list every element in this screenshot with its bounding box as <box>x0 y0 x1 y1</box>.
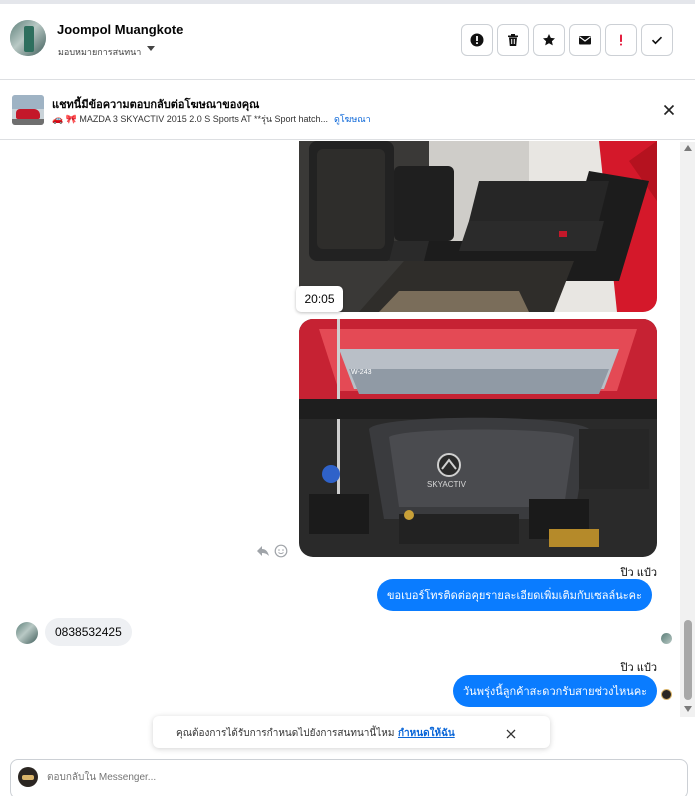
incoming-message[interactable]: 0838532425 <box>45 618 132 646</box>
mark-spam-button[interactable] <box>461 24 493 56</box>
outgoing-message[interactable]: วันพรุ่งนี้ลูกค้าสะดวกรับสายช่วงไหนคะ <box>453 675 658 707</box>
message-timestamp: 20:05 <box>296 286 343 312</box>
outgoing-message[interactable]: ขอเบอร์โทรติดต่อคุยรายละเอียดเพิ่มเติมกั… <box>377 579 652 611</box>
exclamation-icon <box>620 34 622 46</box>
scroll-down-arrow-icon[interactable] <box>684 706 692 712</box>
ad-notice-title: แชทนี้มีข้อความตอบกลับต่อโฆษณาของคุณ <box>52 99 260 111</box>
close-notice-button[interactable] <box>660 101 678 119</box>
engine-bay-photo[interactable]: W-243 SKYACTIV <box>299 319 657 557</box>
ad-description: 🚗 🎀 MAZDA 3 SKYACTIV 2015 2.0 S Sports A… <box>52 114 329 124</box>
assign-prompt-text: คุณต้องการได้รับการกำหนดไปยังการสนทนานี้… <box>176 728 395 739</box>
mark-done-button[interactable] <box>641 24 673 56</box>
trash-icon <box>508 34 518 46</box>
seen-indicator-avatar <box>661 633 672 644</box>
mark-unread-button[interactable] <box>569 24 601 56</box>
star-icon <box>543 34 555 46</box>
view-ad-link[interactable]: ดูโฆษณา <box>334 112 371 126</box>
close-icon <box>506 729 516 739</box>
scroll-up-arrow-icon[interactable] <box>684 145 692 151</box>
smiley-icon <box>274 544 288 558</box>
checkmark-icon <box>651 36 663 45</box>
assign-conversation-dropdown[interactable]: มอบหมายการสนทนา <box>58 45 141 59</box>
assign-to-me-link[interactable]: กำหนดให้ฉัน <box>398 726 455 741</box>
reply-icon <box>257 546 269 556</box>
alert-circle-icon <box>470 33 484 47</box>
delete-button[interactable] <box>497 24 529 56</box>
reply-input[interactable] <box>47 767 607 787</box>
engine-cover-label: SKYACTIV <box>427 480 467 489</box>
reply-button[interactable] <box>256 544 270 563</box>
chevron-down-icon[interactable] <box>147 46 155 51</box>
page-avatar <box>18 767 38 787</box>
seen-indicator-avatar <box>661 689 672 700</box>
car-interior-photo[interactable] <box>299 141 657 312</box>
hood-sticker: W-243 <box>351 369 372 376</box>
contact-name[interactable]: Joompol Muangkote <box>57 22 183 37</box>
dismiss-prompt-button[interactable] <box>505 727 517 739</box>
close-icon <box>663 104 675 116</box>
ad-thumbnail[interactable] <box>12 95 44 125</box>
react-button[interactable] <box>274 544 288 563</box>
scrollbar-thumb[interactable] <box>684 620 692 700</box>
contact-avatar[interactable] <box>10 20 46 56</box>
follow-up-button[interactable] <box>605 24 637 56</box>
sender-name: ปิว แป๋ว <box>620 662 657 674</box>
contact-avatar-small[interactable] <box>16 622 38 644</box>
mail-icon <box>579 36 591 45</box>
star-button[interactable] <box>533 24 565 56</box>
